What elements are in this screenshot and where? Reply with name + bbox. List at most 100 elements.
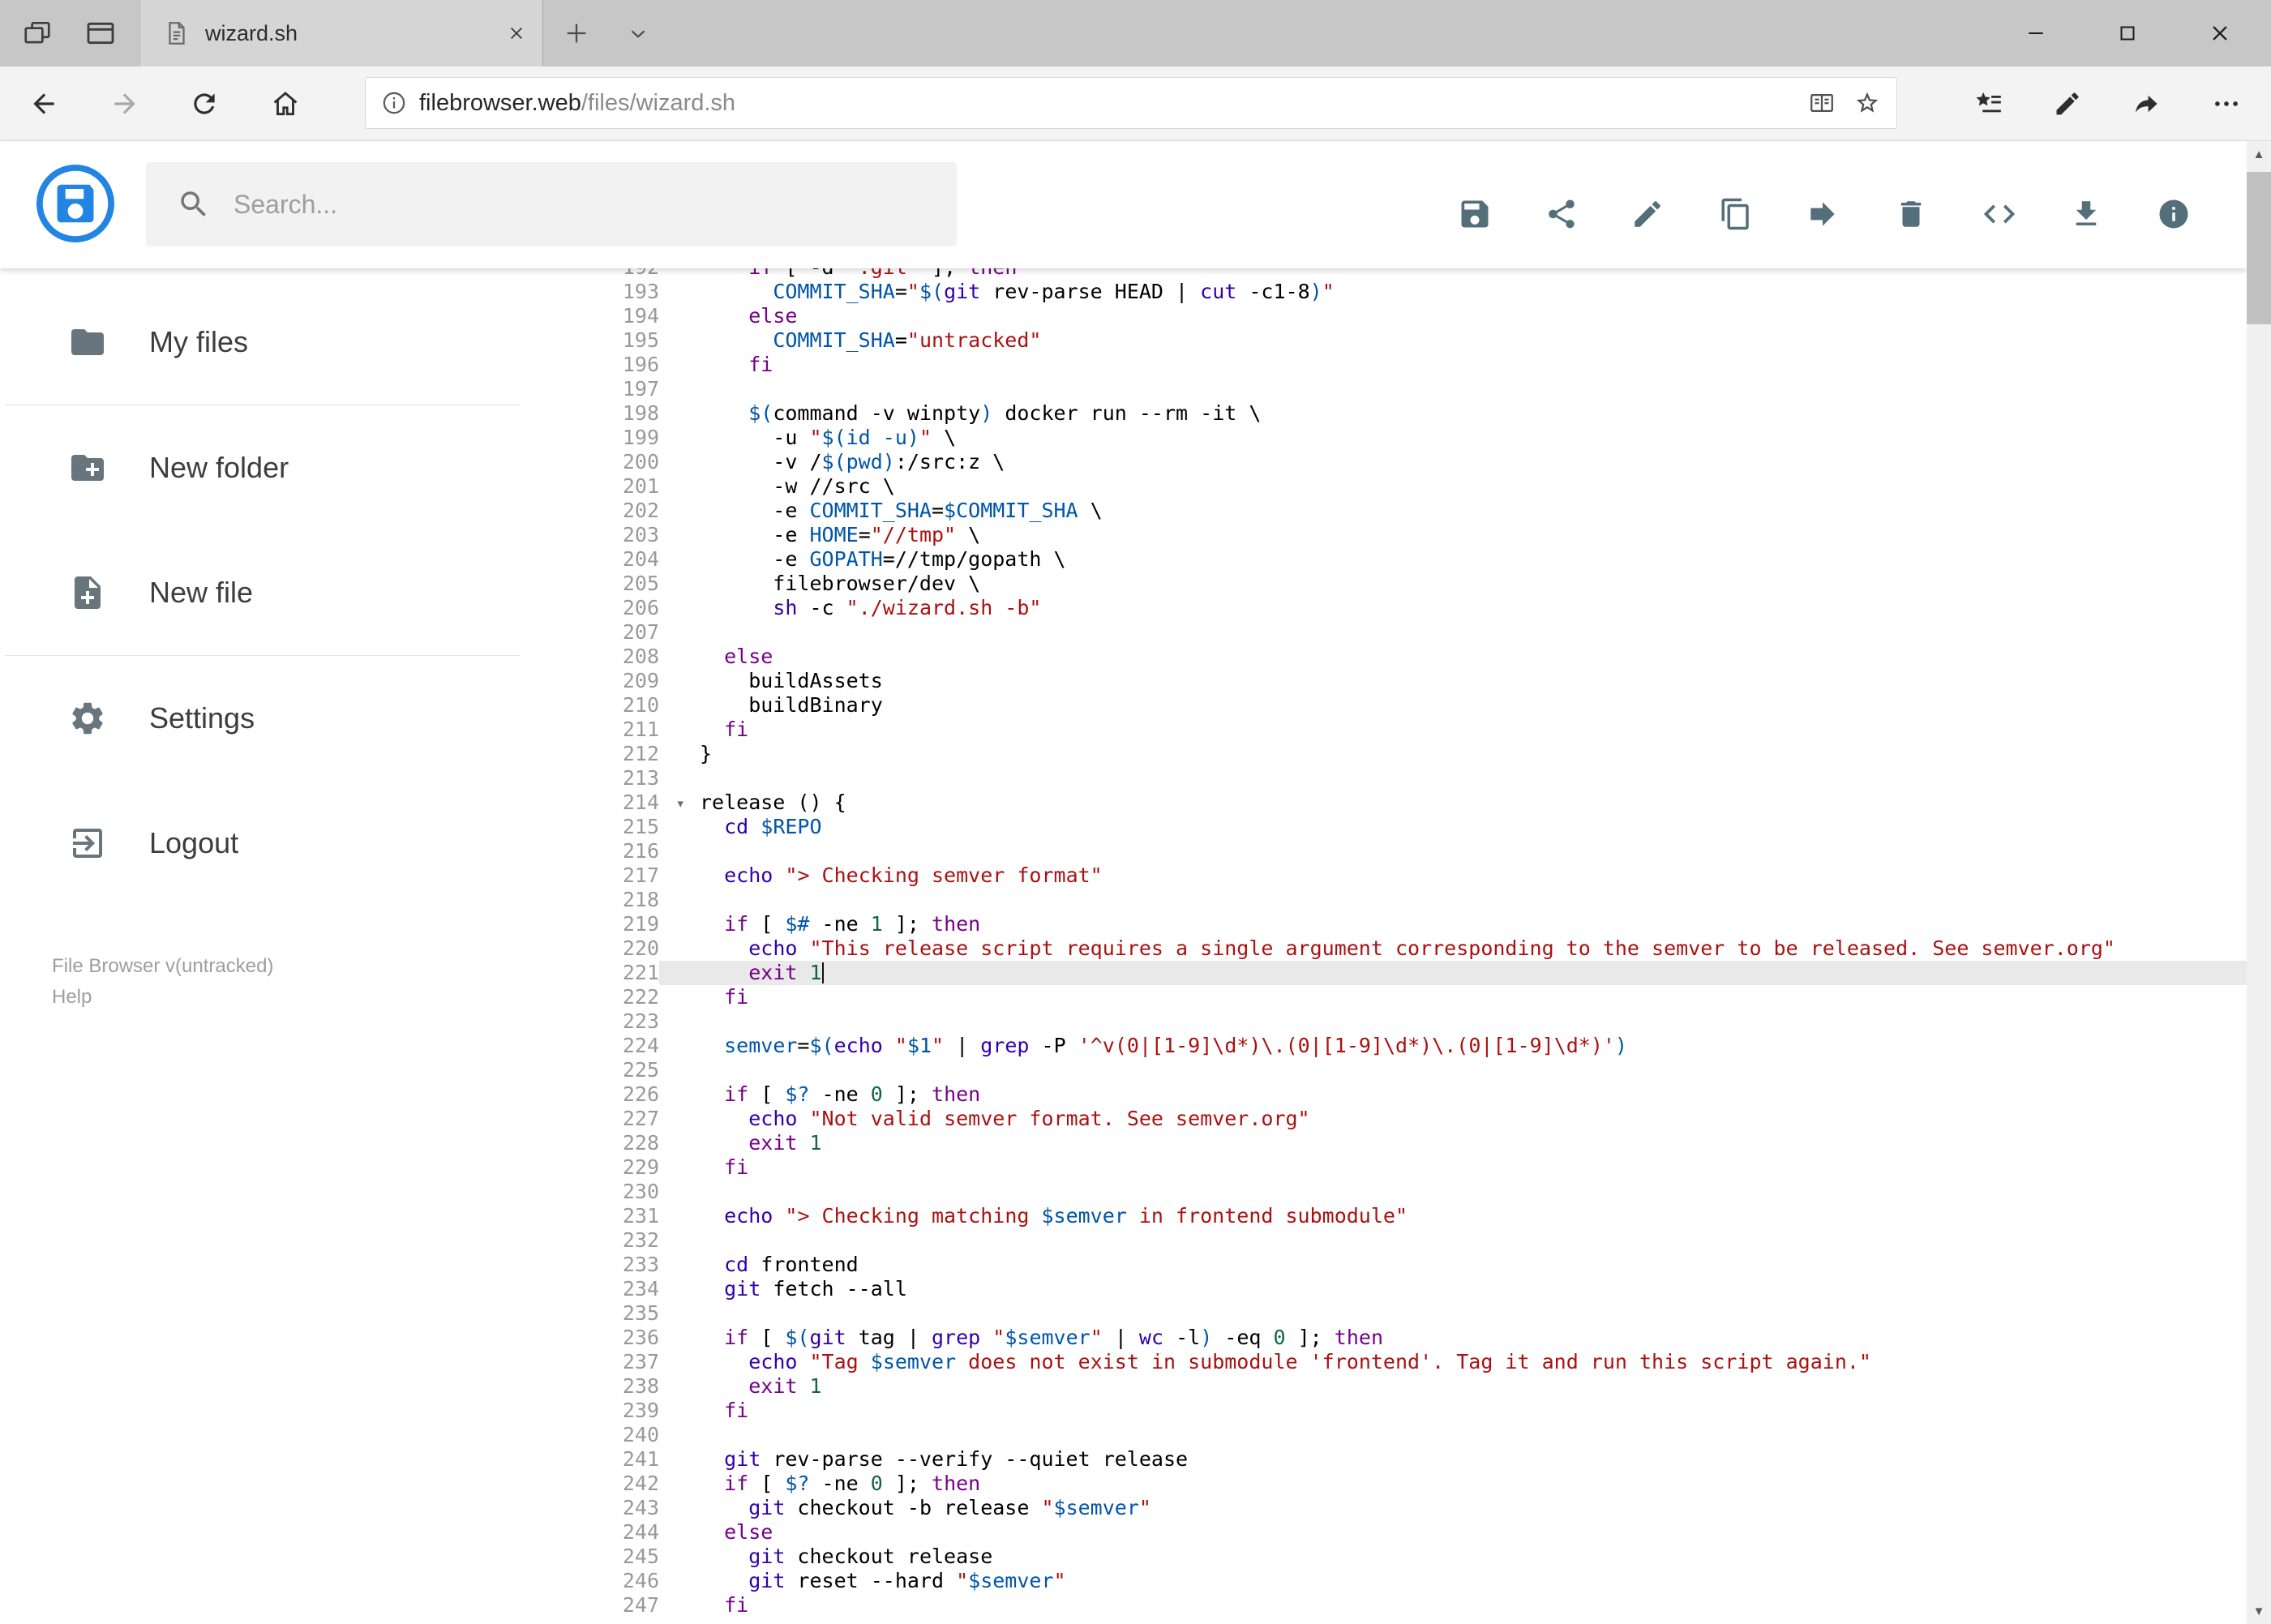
code-line[interactable]: 233 cd frontend	[525, 1253, 2247, 1277]
search-input[interactable]	[232, 188, 957, 221]
sidebar-item-new-folder[interactable]: New folder	[0, 405, 525, 530]
hub-favorites-button[interactable]	[1962, 78, 2014, 130]
code-line[interactable]: 218	[525, 888, 2247, 912]
new-tab-button[interactable]	[548, 0, 605, 66]
code-line[interactable]: 242 if [ $? -ne 0 ]; then	[525, 1472, 2247, 1496]
code-line[interactable]: 200 -v /$(pwd):/src:z \	[525, 450, 2247, 474]
code-line[interactable]: 222 fi	[525, 985, 2247, 1009]
code-line[interactable]: 243 git checkout -b release "$semver"	[525, 1496, 2247, 1520]
code-line[interactable]: 195 COMMIT_SHA="untracked"	[525, 328, 2247, 353]
code-line[interactable]: 244 else	[525, 1520, 2247, 1545]
tabs-preview-button[interactable]	[71, 0, 130, 66]
code-line[interactable]: 223	[525, 1009, 2247, 1034]
code-line[interactable]: 240	[525, 1423, 2247, 1447]
back-button[interactable]	[18, 78, 70, 130]
scrollbar-thumb[interactable]	[2247, 172, 2271, 324]
code-line[interactable]: 247 fi	[525, 1593, 2247, 1618]
maximize-button[interactable]	[2085, 0, 2170, 66]
download-button[interactable]	[2060, 188, 2112, 240]
vertical-scrollbar[interactable]: ▲ ▼	[2247, 141, 2271, 1624]
code-line[interactable]: 208 else	[525, 645, 2247, 669]
code-line[interactable]: 215 cd $REPO	[525, 815, 2247, 839]
code-line[interactable]: 217 echo "> Checking semver format"	[525, 863, 2247, 888]
code-line[interactable]: 245 git checkout release	[525, 1545, 2247, 1569]
info-button[interactable]	[2148, 188, 2200, 240]
web-note-button[interactable]	[2042, 78, 2093, 130]
code-line[interactable]: 205 filebrowser/dev \	[525, 572, 2247, 596]
scroll-up-arrow[interactable]: ▲	[2247, 141, 2271, 167]
code-line[interactable]: 198 $(command -v winpty) docker run --rm…	[525, 401, 2247, 426]
code-line[interactable]: 241 git rev-parse --verify --quiet relea…	[525, 1447, 2247, 1472]
set-tabs-aside-button[interactable]	[8, 0, 66, 66]
fold-arrow-icon[interactable]: ▾	[676, 791, 685, 816]
code-line[interactable]: 201 -w //src \	[525, 474, 2247, 499]
code-line[interactable]: 207	[525, 620, 2247, 645]
code-line[interactable]: 224 semver=$(echo "$1" | grep -P '^v(0|[…	[525, 1034, 2247, 1058]
code-line[interactable]: 206 sh -c "./wizard.sh -b"	[525, 596, 2247, 620]
code-line[interactable]: 192 if [ -d ".git" ]; then	[525, 268, 2247, 280]
filebrowser-logo[interactable]	[36, 164, 115, 243]
code-line[interactable]: 229 fi	[525, 1155, 2247, 1180]
help-link[interactable]: Help	[52, 982, 525, 1013]
code-line[interactable]: 194 else	[525, 304, 2247, 328]
sidebar-item-settings[interactable]: Settings	[0, 656, 525, 781]
tab-close-button[interactable]	[491, 0, 542, 66]
delete-button[interactable]	[1885, 188, 1937, 240]
tab-preview-toggle[interactable]	[613, 0, 663, 66]
share-page-button[interactable]	[2121, 78, 2173, 130]
code-line[interactable]: 236 if [ $(git tag | grep "$semver" | wc…	[525, 1326, 2247, 1350]
reading-view-button[interactable]	[1799, 79, 1845, 127]
code-line[interactable]: 230	[525, 1180, 2247, 1204]
home-button[interactable]	[259, 78, 311, 130]
code-line[interactable]: 211 fi	[525, 718, 2247, 742]
code-line[interactable]: 209 buildAssets	[525, 669, 2247, 693]
code-line[interactable]: 216	[525, 839, 2247, 863]
url-text[interactable]: filebrowser.web/files/wizard.sh	[419, 90, 735, 117]
code-line[interactable]: 235	[525, 1301, 2247, 1326]
sidebar-item-new-file[interactable]: New file	[0, 530, 525, 655]
code-line[interactable]: 193 COMMIT_SHA="$(git rev-parse HEAD | c…	[525, 280, 2247, 304]
save-button[interactable]	[1449, 188, 1501, 240]
code-line[interactable]: 204 -e GOPATH=//tmp/gopath \	[525, 547, 2247, 572]
code-line[interactable]: 197	[525, 377, 2247, 401]
code-line[interactable]: 221 exit 1	[525, 961, 2247, 985]
copy-button[interactable]	[1710, 188, 1762, 240]
code-line[interactable]: 232	[525, 1228, 2247, 1253]
code-line[interactable]: 203 -e HOME="//tmp" \	[525, 523, 2247, 547]
sidebar-item-logout[interactable]: Logout	[0, 781, 525, 906]
code-editor[interactable]: 192 if [ -d ".git" ]; then193 COMMIT_SHA…	[525, 268, 2247, 1624]
code-line[interactable]: 237 echo "Tag $semver does not exist in …	[525, 1350, 2247, 1374]
refresh-button[interactable]	[178, 78, 230, 130]
move-button[interactable]	[1797, 188, 1849, 240]
add-favorite-button[interactable]	[1845, 79, 1890, 127]
code-line[interactable]: 231 echo "> Checking matching $semver in…	[525, 1204, 2247, 1228]
scroll-down-arrow[interactable]: ▼	[2247, 1598, 2271, 1624]
code-line[interactable]: 225	[525, 1058, 2247, 1082]
address-bar[interactable]: filebrowser.web/files/wizard.sh	[365, 77, 1897, 129]
code-line[interactable]: 227 echo "Not valid semver format. See s…	[525, 1107, 2247, 1131]
code-line[interactable]: 246 git reset --hard "$semver"	[525, 1569, 2247, 1593]
share-button[interactable]	[1536, 188, 1588, 240]
code-line[interactable]: 196 fi	[525, 353, 2247, 377]
sidebar-item-my-files[interactable]: My files	[0, 280, 525, 405]
raw-code-button[interactable]	[1973, 188, 2025, 240]
code-line[interactable]: 239 fi	[525, 1399, 2247, 1423]
code-line[interactable]: 228 exit 1	[525, 1131, 2247, 1155]
code-line[interactable]: 234 git fetch --all	[525, 1277, 2247, 1301]
code-line[interactable]: 214 ▾ release () {	[525, 791, 2247, 815]
search-bar[interactable]	[146, 162, 957, 246]
code-line[interactable]: 210 buildBinary	[525, 693, 2247, 718]
window-close-button[interactable]	[2178, 0, 2262, 66]
more-menu-button[interactable]	[2200, 78, 2252, 130]
browser-tab[interactable]: wizard.sh	[139, 0, 543, 66]
code-line[interactable]: 238 exit 1	[525, 1374, 2247, 1399]
site-info-icon[interactable]	[380, 89, 408, 117]
code-line[interactable]: 213	[525, 766, 2247, 791]
forward-button[interactable]	[99, 78, 151, 130]
minimize-button[interactable]	[1994, 0, 2078, 66]
code-line[interactable]: 226 if [ $? -ne 0 ]; then	[525, 1082, 2247, 1107]
code-line[interactable]: 212}	[525, 742, 2247, 766]
code-line[interactable]: 202 -e COMMIT_SHA=$COMMIT_SHA \	[525, 499, 2247, 523]
code-line[interactable]: 220 echo "This release script requires a…	[525, 936, 2247, 961]
rename-button[interactable]	[1622, 188, 1673, 240]
